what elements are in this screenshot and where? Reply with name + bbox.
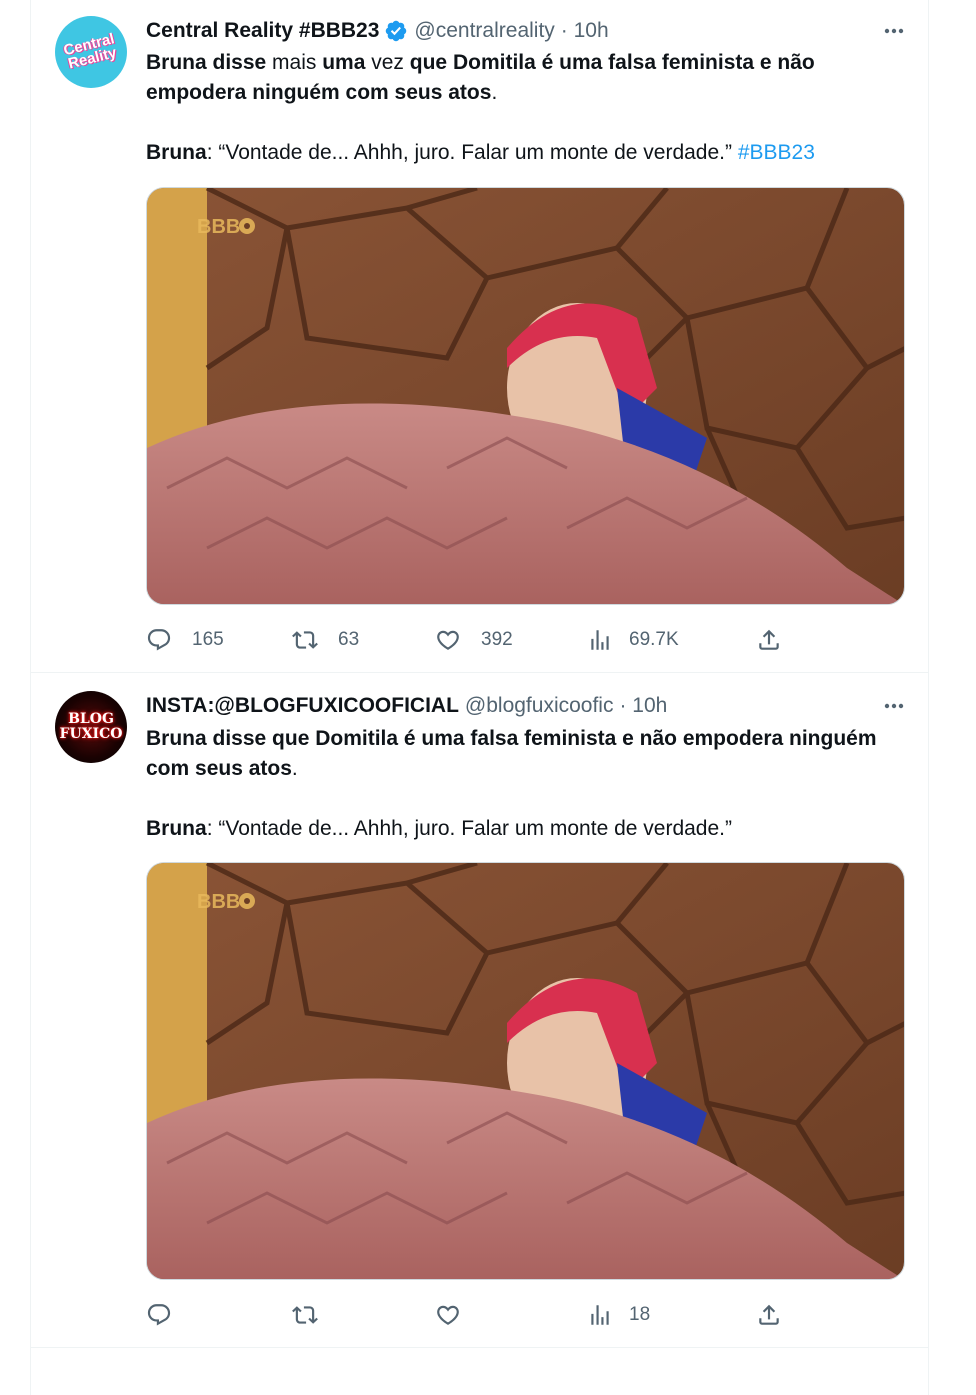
reply-icon [147,1304,171,1326]
tweet[interactable]: BLOG FUXICO INSTA:@BLOGFUXICOOFICIAL @bl… [31,673,929,1348]
avatar[interactable]: Central Reality [55,16,127,88]
text-fragment: vez [365,51,410,74]
like-icon [437,1305,459,1325]
reply-icon [147,629,171,651]
retweet-button[interactable] [292,1295,338,1335]
tweet[interactable]: Central Reality Central Reality #BBB23 @… [31,0,929,673]
verified-badge-icon [386,20,407,42]
timestamp[interactable]: · 10h [561,19,609,43]
tweet-text-line: Bruna disse que Domitila é uma falsa fem… [146,724,899,784]
views-icon [591,630,609,650]
avatar-logo: BLOG FUXICO [60,712,123,742]
action-bar: 165 63 392 69.7K [146,620,826,660]
retweet-icon [292,1306,318,1324]
text-fragment: mais [266,51,323,74]
views-count: 18 [629,1304,651,1325]
tweet-image-photo: BBB [147,188,904,604]
hashtag-link[interactable]: #BBB23 [738,141,815,164]
tweet-text: Bruna disse que Domitila é uma falsa fem… [146,724,899,844]
share-icon [759,629,779,650]
share-button[interactable] [756,620,782,660]
text-fragment: Bruna disse [146,51,267,74]
tweet-header: Central Reality #BBB23 @centralreality ·… [146,16,909,46]
like-button[interactable]: 392 [435,620,513,660]
tweet-text-line: Bruna disse mais uma vez que Domitila é … [146,48,899,108]
tweet-image-photo: BBB [147,863,904,1279]
tweet-text-line: Bruna: “Vontade de... Ahhh, juro. Falar … [146,138,899,168]
reply-button[interactable] [146,1295,192,1335]
views-button[interactable]: 69.7K [587,620,679,660]
views-button[interactable]: 18 [587,1295,650,1335]
image-watermark: BBB [197,891,240,913]
like-icon [437,630,459,650]
author-handle[interactable]: @centralreality [414,19,554,43]
text-fragment: . [491,81,498,104]
share-button[interactable] [756,1295,782,1335]
like-count: 392 [481,629,513,650]
more-icon[interactable] [879,691,909,721]
avatar[interactable]: BLOG FUXICO [55,691,127,763]
author-name[interactable]: INSTA:@BLOGFUXICOOFICIAL [146,694,459,718]
avatar-logo-line: BLOG [68,711,114,727]
author-name[interactable]: Central Reality #BBB23 [146,19,379,43]
more-icon[interactable] [879,16,909,46]
avatar-logo-line: FUXICO [59,726,123,742]
tweet-text-line: Bruna: “Vontade de... Ahhh, juro. Falar … [146,814,899,844]
retweet-button[interactable]: 63 [292,620,359,660]
action-bar: 18 [146,1295,826,1335]
views-icon [591,1305,609,1325]
text-fragment: Bruna [146,141,207,164]
avatar-logo: Central Reality [62,30,120,72]
share-icon [759,1304,779,1325]
author-handle[interactable]: @blogfuxicoofic [465,694,614,718]
reply-count: 165 [192,629,224,650]
timeline: Central Reality Central Reality #BBB23 @… [30,0,929,1395]
retweet-icon [292,631,318,649]
text-fragment: . [291,757,298,780]
like-button[interactable] [435,1295,481,1335]
text-fragment: Bruna [146,817,207,840]
tweet-image[interactable]: BBB [146,187,905,605]
tweet-text: Bruna disse mais uma vez que Domitila é … [146,48,899,168]
text-fragment: Bruna disse que Domitila é uma falsa fem… [146,727,877,780]
retweet-count: 63 [338,629,360,650]
text-fragment: uma [322,51,366,74]
tweet-image[interactable]: BBB [146,862,905,1280]
text-fragment: : “Vontade de... Ahhh, juro. Falar um mo… [206,817,732,840]
tweet-header: INSTA:@BLOGFUXICOOFICIAL @blogfuxicoofic… [146,691,909,721]
reply-button[interactable]: 165 [146,620,224,660]
text-fragment: : “Vontade de... Ahhh, juro. Falar um mo… [206,141,738,164]
timestamp[interactable]: · 10h [619,694,667,718]
image-watermark: BBB [197,216,240,238]
views-count: 69.7K [629,629,679,650]
